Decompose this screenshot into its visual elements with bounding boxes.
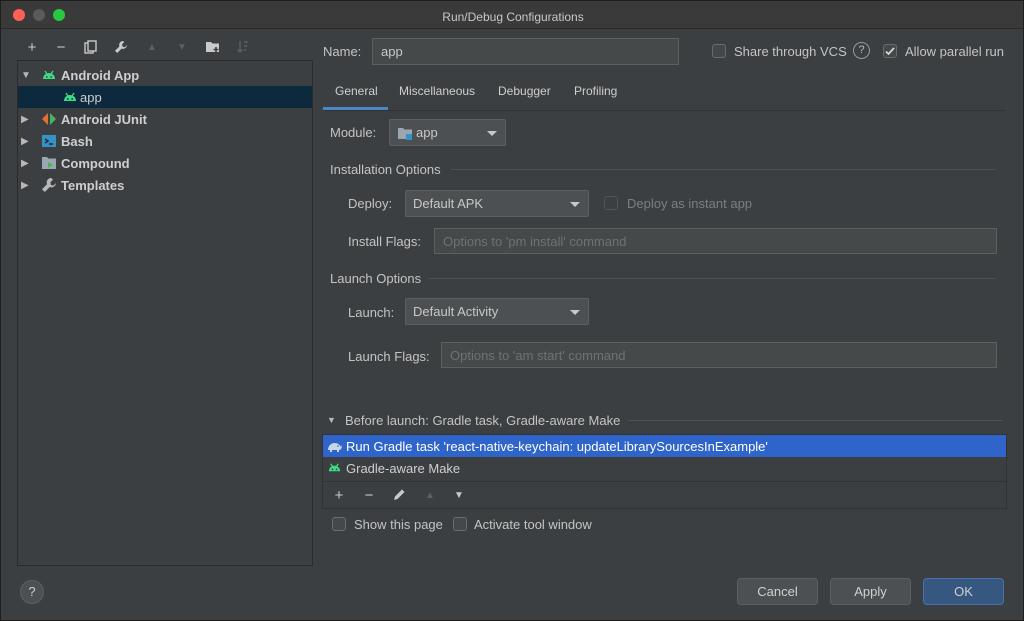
instant-app-label: Deploy as instant app	[627, 196, 753, 211]
tree-item-label: Android App	[61, 67, 140, 83]
before-launch-collapse-icon[interactable]: ▼	[327, 415, 336, 425]
launch-flags-label: Launch Flags:	[348, 349, 430, 364]
name-label: Name:	[323, 44, 362, 59]
move-up-icon[interactable]: ▲	[141, 36, 163, 58]
launch-separator	[428, 278, 996, 279]
instant-app-checkbox[interactable]	[604, 196, 618, 210]
before-launch-separator	[628, 420, 1003, 421]
before-launch-task-make[interactable]: Gradle-aware Make	[323, 457, 1006, 479]
module-value: app	[416, 125, 438, 140]
wrench-icon	[42, 178, 56, 192]
tree-item-label: Compound	[61, 155, 130, 171]
help-circle-icon[interactable]: ?	[853, 42, 870, 59]
module-combo[interactable]: app	[389, 119, 506, 146]
gradle-icon	[328, 443, 342, 452]
terminal-icon	[42, 135, 56, 147]
tree-item-bash[interactable]: ▶ Bash	[18, 130, 312, 152]
collapsed-arrow-icon[interactable]: ▶	[21, 158, 29, 169]
dropdown-caret-icon	[570, 201, 580, 207]
share-vcs-checkbox[interactable]	[712, 44, 726, 58]
collapsed-arrow-icon[interactable]: ▶	[21, 180, 29, 191]
show-page-checkbox[interactable]	[332, 517, 346, 531]
before-launch-task-gradle[interactable]: Run Gradle task 'react-native-keychain: …	[323, 435, 1006, 457]
copy-config-icon[interactable]	[80, 36, 102, 58]
window-title: Run/Debug Configurations	[442, 10, 584, 24]
show-page-label: Show this page	[354, 517, 443, 532]
junit-icon	[42, 113, 56, 125]
activate-tool-window-checkbox[interactable]	[453, 517, 467, 531]
name-input[interactable]: app	[372, 38, 679, 65]
move-down-icon[interactable]: ▼	[171, 36, 193, 58]
tree-item-android-junit[interactable]: ▶ Android JUnit	[18, 108, 312, 130]
android-icon	[328, 463, 341, 472]
sort-icon[interactable]	[232, 36, 254, 58]
launch-options-heading: Launch Options	[330, 271, 422, 286]
dropdown-caret-icon	[487, 130, 497, 136]
task-list-toolbar-divider	[323, 481, 1006, 482]
android-icon	[43, 70, 55, 79]
collapsed-arrow-icon[interactable]: ▶	[21, 136, 29, 147]
apply-button[interactable]: Apply	[830, 578, 911, 605]
tree-item-compound[interactable]: ▶ Compound	[18, 152, 312, 174]
tab-miscellaneous[interactable]: Miscellaneous	[399, 84, 475, 110]
dropdown-caret-icon	[570, 309, 580, 315]
module-folder-icon	[398, 128, 412, 140]
title-bar: Run/Debug Configurations	[1, 1, 1023, 29]
remove-config-icon[interactable]: −	[50, 36, 72, 58]
edit-defaults-wrench-icon[interactable]	[110, 36, 132, 58]
add-config-icon[interactable]: +	[21, 36, 43, 58]
tree-item-label: Android JUnit	[61, 111, 147, 127]
tab-profiling[interactable]: Profiling	[574, 84, 617, 110]
add-task-icon[interactable]: +	[328, 484, 350, 506]
activate-tool-window-label: Activate tool window	[474, 517, 592, 532]
launch-label: Launch:	[348, 305, 395, 320]
collapsed-arrow-icon[interactable]: ▶	[21, 114, 29, 125]
config-tree: ▼ Android App app ▶ Android JUnit ▶ Bash…	[17, 60, 313, 566]
task-label: Run Gradle task 'react-native-keychain: …	[346, 438, 768, 454]
tree-item-android-app[interactable]: ▼ Android App	[18, 64, 312, 86]
remove-task-icon[interactable]: −	[358, 484, 380, 506]
before-launch-heading: Before launch: Gradle task, Gradle-aware…	[345, 413, 621, 428]
allow-parallel-checkbox[interactable]	[883, 44, 897, 58]
new-folder-icon[interactable]	[202, 36, 224, 58]
compound-icon	[42, 157, 56, 169]
launch-value: Default Activity	[413, 304, 499, 319]
tree-item-templates[interactable]: ▶ Templates	[18, 174, 312, 196]
android-icon	[64, 92, 76, 101]
tree-item-label: app	[80, 89, 102, 105]
expanded-arrow-icon[interactable]: ▼	[21, 70, 31, 81]
tab-divider	[323, 110, 1006, 111]
installation-separator	[451, 169, 996, 170]
install-flags-label: Install Flags:	[348, 234, 421, 249]
ok-button[interactable]: OK	[923, 578, 1004, 605]
deploy-value: Default APK	[413, 196, 484, 211]
launch-combo[interactable]: Default Activity	[405, 298, 589, 325]
task-label: Gradle-aware Make	[346, 460, 461, 476]
deploy-combo[interactable]: Default APK	[405, 190, 589, 217]
allow-parallel-label: Allow parallel run	[905, 44, 1004, 59]
installation-options-heading: Installation Options	[330, 162, 441, 177]
run-debug-configurations-dialog: Run/Debug Configurations + − ▲ ▼ ▼ Andro…	[0, 0, 1024, 621]
checkmark-icon	[885, 47, 895, 56]
cancel-button[interactable]: Cancel	[737, 578, 818, 605]
tree-item-app[interactable]: app	[18, 86, 312, 108]
edit-task-pencil-icon[interactable]	[388, 484, 410, 506]
move-task-down-icon[interactable]: ▼	[448, 484, 470, 506]
install-flags-input[interactable]: Options to 'pm install' command	[434, 228, 997, 254]
share-vcs-label: Share through VCS	[734, 44, 847, 59]
deploy-label: Deploy:	[348, 196, 393, 211]
help-button[interactable]: ?	[20, 580, 44, 604]
tree-item-label: Templates	[61, 177, 125, 193]
move-task-up-icon[interactable]: ▲	[419, 484, 441, 506]
tab-debugger[interactable]: Debugger	[498, 84, 551, 110]
tree-item-label: Bash	[61, 133, 93, 149]
config-toolbar: + − ▲ ▼	[17, 36, 313, 58]
launch-flags-input[interactable]: Options to 'am start' command	[441, 342, 997, 368]
module-label: Module:	[330, 125, 377, 140]
